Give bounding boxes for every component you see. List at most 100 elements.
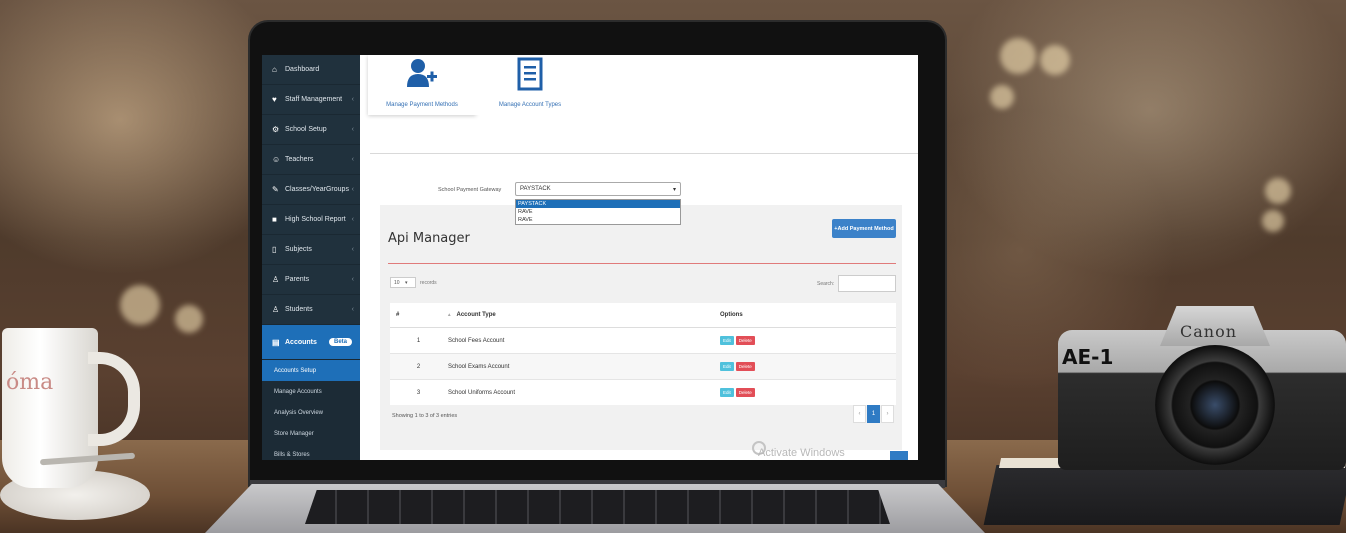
- gateway-label: School Payment Gateway: [438, 187, 502, 193]
- submenu-manage-accounts[interactable]: Manage Accounts: [262, 381, 360, 402]
- tab-manage-payment-methods[interactable]: Manage Payment Methods: [368, 55, 476, 115]
- column-header-label: Options: [720, 312, 743, 318]
- sidebar-item-label: Students: [285, 306, 313, 313]
- row-number: 2: [390, 353, 447, 380]
- bokeh-light: [120, 285, 160, 325]
- column-header-options[interactable]: Options: [719, 303, 896, 328]
- column-header-label: #: [396, 312, 400, 318]
- laptop-keyboard: [305, 490, 890, 524]
- table-row: 2 School Exams Account Edit Delete: [390, 353, 896, 380]
- edit-button[interactable]: Edit: [720, 388, 734, 397]
- edit-button[interactable]: Edit: [720, 336, 734, 345]
- chevron-left-icon: ‹: [351, 276, 354, 283]
- page-1-button[interactable]: 1: [867, 405, 880, 423]
- chevron-left-icon: ‹: [351, 246, 354, 253]
- submenu-store-manager[interactable]: Store Manager: [262, 423, 360, 444]
- user-icon: ♙: [272, 275, 280, 284]
- delete-button[interactable]: Delete: [735, 336, 755, 345]
- scroll-top-button[interactable]: [890, 451, 908, 460]
- sidebar-item-label: Teachers: [285, 156, 314, 163]
- panel-title: Api Manager: [388, 231, 470, 246]
- account-type-cell: School Fees Account: [447, 327, 719, 354]
- edit-icon: ✎: [272, 185, 279, 194]
- camera-brand: Canon: [1180, 322, 1238, 341]
- gateway-option[interactable]: RAVE: [516, 216, 680, 224]
- page-length-label: records: [420, 280, 437, 286]
- sidebar-item-accounts[interactable]: ▤ Accounts Beta: [262, 325, 360, 360]
- gear-icon: ⚙: [272, 125, 280, 134]
- page-length-select[interactable]: 10 ▾: [390, 277, 416, 288]
- column-header-number[interactable]: #: [390, 303, 447, 328]
- sidebar-item-label: Staff Management: [285, 96, 343, 103]
- book-icon: ▯: [272, 245, 277, 254]
- sidebar-item-students[interactable]: ♙ Students ‹: [262, 295, 360, 325]
- chevron-left-icon: ‹: [351, 186, 354, 193]
- divider: [370, 153, 918, 154]
- gateway-option[interactable]: PAYSTACK: [516, 200, 680, 208]
- bokeh-light: [175, 305, 203, 333]
- options-cell: Edit Delete: [719, 327, 896, 354]
- sidebar-item-label: High School Report: [285, 216, 346, 223]
- chevron-left-icon: ‹: [351, 96, 354, 103]
- submenu-bills-stores[interactable]: Bills & Stores: [262, 444, 360, 460]
- add-payment-method-button[interactable]: +Add Payment Method: [832, 219, 896, 238]
- activate-windows-watermark: Activate Windows: [758, 447, 845, 459]
- sidebar-item-label: School Setup: [285, 126, 327, 133]
- search-input[interactable]: [838, 275, 896, 292]
- add-user-icon: [368, 57, 476, 91]
- report-icon: ■: [272, 215, 277, 224]
- chevron-left-icon: ‹: [351, 126, 354, 133]
- sidebar-item-staff-management[interactable]: ♥ Staff Management ‹: [262, 85, 360, 115]
- table-row: 1 School Fees Account Edit Delete: [390, 327, 896, 354]
- caret-down-icon: ▾: [404, 280, 408, 286]
- cup-logo-text: óma: [6, 370, 54, 395]
- beta-badge: Beta: [328, 338, 352, 346]
- submenu-accounts-setup[interactable]: Accounts Setup: [262, 360, 360, 381]
- delete-button[interactable]: Delete: [735, 388, 755, 397]
- tab-manage-account-types[interactable]: Manage Account Types: [476, 55, 584, 115]
- sidebar-item-high-school-report[interactable]: ■ High School Report ‹: [262, 205, 360, 235]
- pagination: ‹ 1 ›: [853, 405, 894, 423]
- entries-info: Showing 1 to 3 of 3 entries: [392, 413, 458, 419]
- bokeh-light: [1262, 210, 1284, 232]
- sidebar-item-parents[interactable]: ♙ Parents ‹: [262, 265, 360, 295]
- divider: [388, 263, 896, 264]
- submenu-analysis-overview[interactable]: Analysis Overview: [262, 402, 360, 423]
- camera-lens: [1155, 345, 1275, 465]
- edit-button[interactable]: Edit: [720, 362, 734, 371]
- payment-gateway-select[interactable]: PAYSTACK ▾: [515, 182, 681, 196]
- tile-row: Manage Payment Methods Manage Account Ty…: [368, 55, 584, 115]
- account-type-cell: School Exams Account: [447, 353, 719, 380]
- sidebar-item-label: Classes/YearGroups: [285, 186, 349, 193]
- column-header-account-type[interactable]: ▴ Account Type: [447, 303, 719, 328]
- users-icon: ☺: [272, 155, 281, 164]
- gateway-dropdown-list: PAYSTACK RAVE RAVE: [515, 199, 681, 225]
- tab-label: Manage Payment Methods: [386, 102, 458, 108]
- sidebar-item-teachers[interactable]: ☺ Teachers ‹: [262, 145, 360, 175]
- sidebar: ⌂ Dashboard ♥ Staff Management ‹ ⚙ Schoo…: [262, 55, 360, 460]
- sidebar-item-label: Accounts: [285, 338, 317, 346]
- api-manager-panel: Api Manager +Add Payment Method 10 ▾ rec…: [380, 205, 902, 450]
- page-length-value: 10: [394, 280, 400, 286]
- next-page-button[interactable]: ›: [881, 405, 894, 423]
- sidebar-item-subjects[interactable]: ▯ Subjects ‹: [262, 235, 360, 265]
- sidebar-item-label: Subjects: [285, 246, 312, 253]
- book: [983, 465, 1346, 525]
- bokeh-light: [1040, 45, 1070, 75]
- prev-page-button[interactable]: ‹: [853, 405, 866, 423]
- sort-icon: ▴: [448, 312, 451, 318]
- camera-model: AE-1: [1062, 345, 1114, 369]
- sidebar-item-label: Parents: [285, 276, 310, 283]
- gateway-option[interactable]: RAVE: [516, 208, 680, 216]
- sidebar-item-school-setup[interactable]: ⚙ School Setup ‹: [262, 115, 360, 145]
- bokeh-light: [1265, 178, 1291, 204]
- sidebar-item-classes[interactable]: ✎ Classes/YearGroups ‹: [262, 175, 360, 205]
- bokeh-light: [1000, 38, 1036, 74]
- row-number: 1: [390, 327, 447, 354]
- options-cell: Edit Delete: [719, 353, 896, 380]
- tab-label: Manage Account Types: [498, 102, 562, 108]
- sidebar-item-dashboard[interactable]: ⌂ Dashboard: [262, 55, 360, 85]
- delete-button[interactable]: Delete: [735, 362, 755, 371]
- gateway-selected-value: PAYSTACK: [520, 186, 551, 192]
- home-icon: ⌂: [272, 65, 277, 74]
